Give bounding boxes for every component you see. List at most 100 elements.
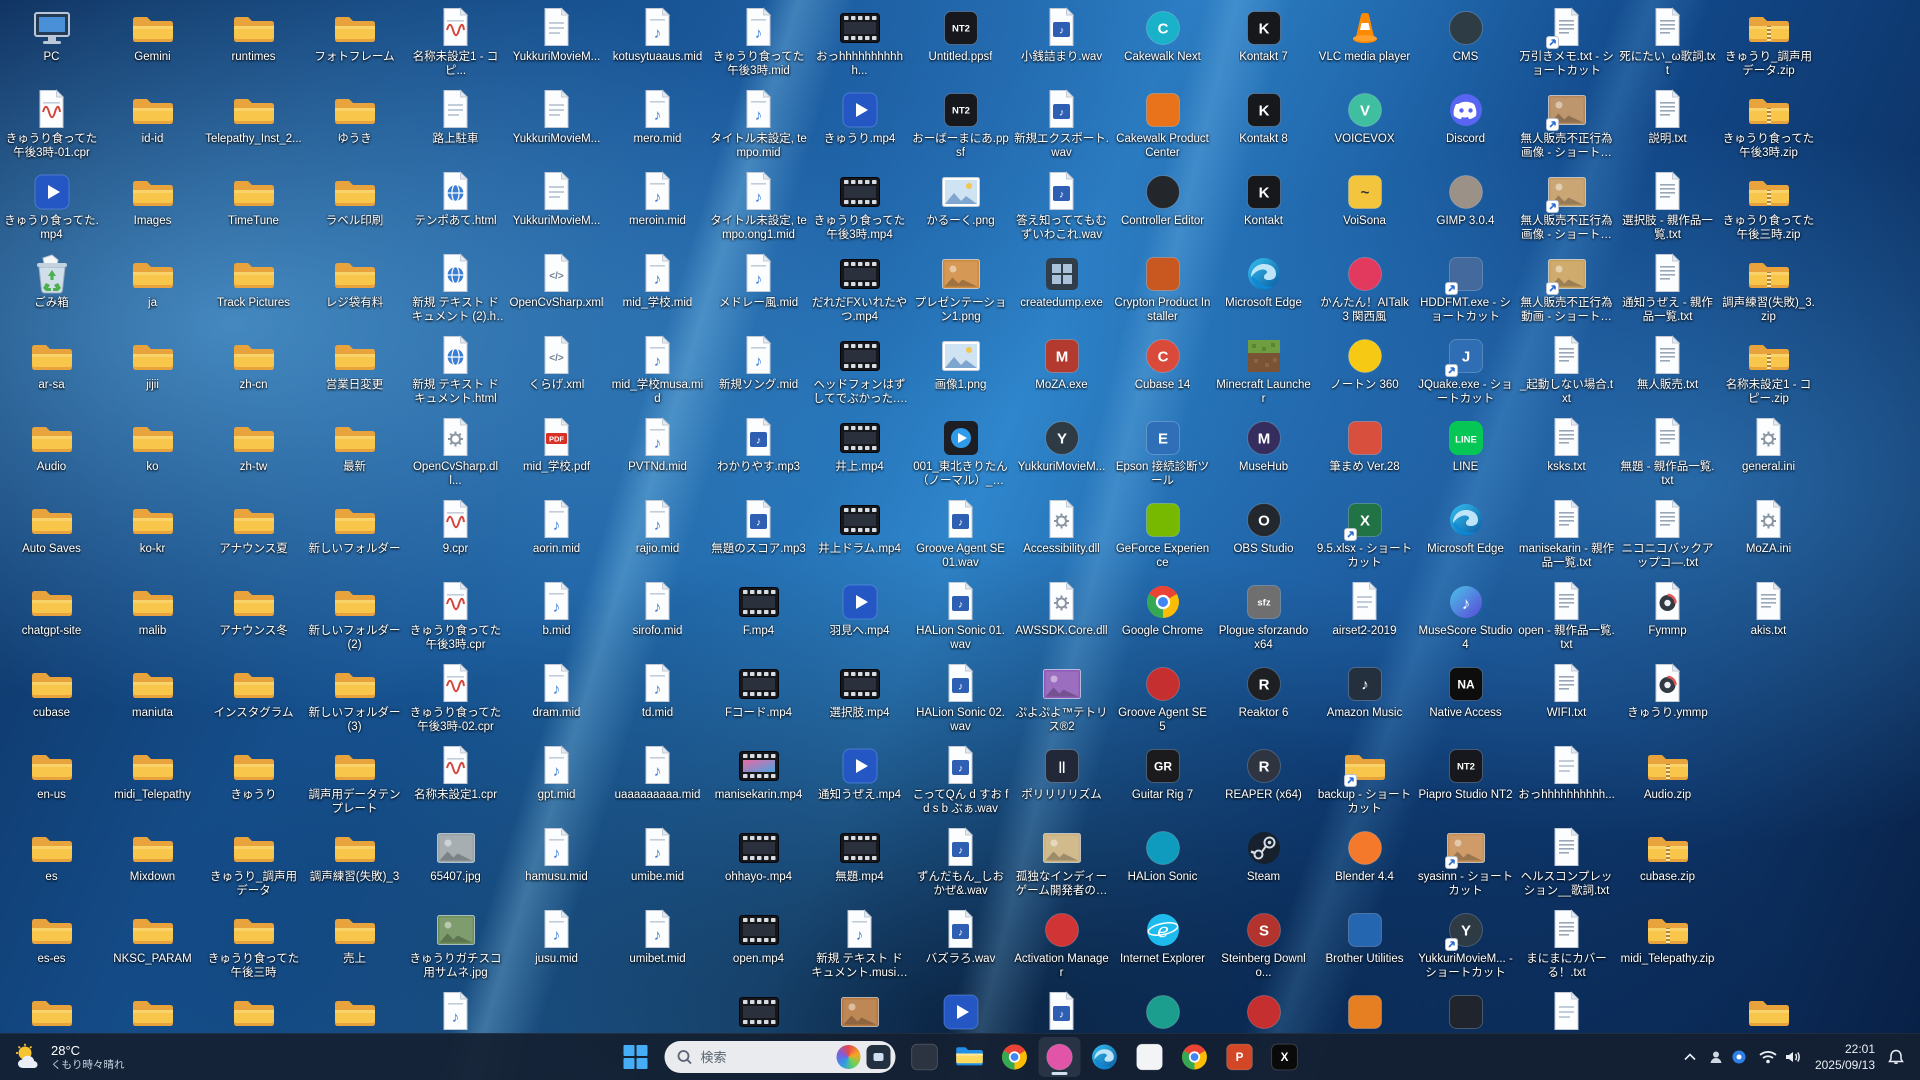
desktop-icon[interactable]: K Kontakt 8 bbox=[1213, 84, 1314, 166]
search-box[interactable] bbox=[664, 1041, 896, 1073]
desktop-icon[interactable]: ♪ gpt.mid bbox=[506, 740, 607, 822]
desktop-icon[interactable]: ksks.txt bbox=[1516, 412, 1617, 494]
desktop-icon[interactable]: アナウンス冬 bbox=[203, 576, 304, 658]
tray-chevron-button[interactable] bbox=[1680, 1049, 1700, 1065]
desktop-icon[interactable]: Minecraft Launcher bbox=[1213, 330, 1314, 412]
desktop-icon[interactable]: </> くらげ.xml bbox=[506, 330, 607, 412]
desktop-icon[interactable] bbox=[1, 986, 102, 1036]
desktop-icon[interactable]: ohhayo-.mp4 bbox=[708, 822, 809, 904]
weather-widget[interactable]: 28°C くもり時々晴れ bbox=[6, 1034, 133, 1080]
desktop-icon[interactable]: 名称未設定1 - コピー.zip bbox=[1718, 330, 1819, 412]
desktop-icon[interactable]: 名称未設定1 - コピ... bbox=[405, 2, 506, 84]
desktop-icon[interactable]: ♪ 新規ソング.mid bbox=[708, 330, 809, 412]
desktop-icon[interactable]: Groove Agent SE 5 bbox=[1112, 658, 1213, 740]
desktop-icon[interactable]: Google Chrome bbox=[1112, 576, 1213, 658]
x-app-button[interactable]: X bbox=[1264, 1037, 1306, 1077]
desktop-icon[interactable]: 死にたい_ω歌詞.txt bbox=[1617, 2, 1718, 84]
desktop-icon[interactable]: 営業日変更 bbox=[304, 330, 405, 412]
desktop-icon[interactable]: ♪ kotusytuaaus.mid bbox=[607, 2, 708, 84]
desktop-icon[interactable]: ♪ td.mid bbox=[607, 658, 708, 740]
desktop-icon[interactable]: ヘルスコンプレッション__歌詞.txt bbox=[1516, 822, 1617, 904]
desktop-icon[interactable]: C Cubase 14 bbox=[1112, 330, 1213, 412]
desktop-icon[interactable]: airset2-2019 bbox=[1314, 576, 1415, 658]
desktop-icon[interactable]: malib bbox=[102, 576, 203, 658]
desktop-icon[interactable]: NA Native Access bbox=[1415, 658, 1516, 740]
desktop-icon[interactable]: Cakewalk Product Center bbox=[1112, 84, 1213, 166]
desktop-icon[interactable]: ♪ mid_学校.mid bbox=[607, 248, 708, 330]
desktop-icon[interactable]: ♪ タイトル未設定, tempo.ong1.mid bbox=[708, 166, 809, 248]
desktop-icon[interactable]: ♪ uaaaaaaaaa.mid bbox=[607, 740, 708, 822]
desktop-icon[interactable]: es bbox=[1, 822, 102, 904]
desktop-icon[interactable]: Brother Utilities bbox=[1314, 904, 1415, 986]
desktop-icon[interactable]: ja bbox=[102, 248, 203, 330]
desktop-icon[interactable]: 無人販売不正行為動画 - ショートカット bbox=[1516, 248, 1617, 330]
desktop-icon[interactable]: open - 親作品一覧.txt bbox=[1516, 576, 1617, 658]
desktop-icon[interactable]: きゅうり食ってた午後3時.zip bbox=[1718, 84, 1819, 166]
desktop-icon[interactable]: ♪ mero.mid bbox=[607, 84, 708, 166]
desktop-icon[interactable]: J JQuake.exe - ショートカット bbox=[1415, 330, 1516, 412]
desktop-icon[interactable] bbox=[910, 986, 1011, 1036]
desktop-icon[interactable] bbox=[1112, 986, 1213, 1036]
desktop-icon[interactable]: open.mp4 bbox=[708, 904, 809, 986]
desktop-icon[interactable]: GeForce Experience bbox=[1112, 494, 1213, 576]
desktop-icon[interactable]: きゅうり食ってた午後三時 bbox=[203, 904, 304, 986]
pink-app-button[interactable] bbox=[1038, 1037, 1081, 1077]
desktop-icon[interactable]: きゅうり_調声用データ.zip bbox=[1718, 2, 1819, 84]
desktop-icon[interactable]: おっhhhhhhhhhhh... bbox=[809, 2, 910, 84]
desktop-icon[interactable]: HALion Sonic bbox=[1112, 822, 1213, 904]
desktop-icon[interactable]: ♪ HALion Sonic 01.wav bbox=[910, 576, 1011, 658]
desktop-icon[interactable]: Telepathy_Inst_2... bbox=[203, 84, 304, 166]
desktop-icon[interactable]: midi_Telepathy bbox=[102, 740, 203, 822]
desktop-icon[interactable]: NT2 Piapro Studio NT2 bbox=[1415, 740, 1516, 822]
desktop-icon[interactable]: 羽見へ.mp4 bbox=[809, 576, 910, 658]
desktop-icon[interactable]: 無人販売.txt bbox=[1617, 330, 1718, 412]
desktop-icon[interactable]: ♪ メドレー風.mid bbox=[708, 248, 809, 330]
desktop-icon[interactable] bbox=[809, 986, 910, 1036]
desktop-icon[interactable]: ♪ dram.mid bbox=[506, 658, 607, 740]
desktop-icon[interactable]: R Reaktor 6 bbox=[1213, 658, 1314, 740]
desktop-icon[interactable]: インスタグラム bbox=[203, 658, 304, 740]
desktop-icon[interactable]: NT2 おーばーまにあ.ppsf bbox=[910, 84, 1011, 166]
desktop-icon[interactable]: ♪ jusu.mid bbox=[506, 904, 607, 986]
desktop-icon[interactable]: きゅうり.mp4 bbox=[809, 84, 910, 166]
desktop-icon[interactable]: PDF mid_学校.pdf bbox=[506, 412, 607, 494]
desktop-icon[interactable]: Discord bbox=[1415, 84, 1516, 166]
desktop-icon[interactable]: 新規 テキスト ドキュメント (2).html bbox=[405, 248, 506, 330]
desktop-icon[interactable]: VLC media player bbox=[1314, 2, 1415, 84]
desktop-icon[interactable]: 新規 テキスト ドキュメント.html bbox=[405, 330, 506, 412]
desktop-icon[interactable]: MoZA.ini bbox=[1718, 494, 1819, 576]
desktop-icon[interactable]: きゅうり食ってた午後三時.zip bbox=[1718, 166, 1819, 248]
desktop-icon[interactable]: OpenCvSharp.dll... bbox=[405, 412, 506, 494]
clock[interactable]: 22:01 2025/09/13 bbox=[1815, 1041, 1875, 1073]
desktop-icon[interactable]: ♪ 答え知っててもむずいわこれ.wav bbox=[1011, 166, 1112, 248]
desktop-icon[interactable]: ar-sa bbox=[1, 330, 102, 412]
desktop-icon[interactable]: HDDFMT.exe - ショートカット bbox=[1415, 248, 1516, 330]
desktop-icon[interactable]: 新しいフォルダー bbox=[304, 494, 405, 576]
person-icon[interactable] bbox=[1709, 1050, 1723, 1064]
desktop-icon[interactable]: 001_東北きりたん（ノーマル）_今しゃ... bbox=[910, 412, 1011, 494]
desktop-icon[interactable]: 無人販売不正行為画像 - ショートカット bbox=[1516, 166, 1617, 248]
desktop-icon[interactable]: 65407.jpg bbox=[405, 822, 506, 904]
desktop-icon[interactable]: NKSC_PARAM bbox=[102, 904, 203, 986]
desktop-icon[interactable] bbox=[1516, 986, 1617, 1036]
desktop-icon[interactable]: 無人販売不正行為画像 - ショートカッ... bbox=[1516, 84, 1617, 166]
desktop-icon[interactable]: ♪ Groove Agent SE 01.wav bbox=[910, 494, 1011, 576]
desktop-icon[interactable]: 井上.mp4 bbox=[809, 412, 910, 494]
desktop-icon[interactable]: AWSSDK.Core.dll bbox=[1011, 576, 1112, 658]
desktop-icon[interactable]: プレゼンテーション1.png bbox=[910, 248, 1011, 330]
desktop-icon[interactable]: 万引きメモ.txt - ショートカット bbox=[1516, 2, 1617, 84]
desktop-icon[interactable]: おっhhhhhhhhhh... bbox=[1516, 740, 1617, 822]
desktop-icon[interactable]: CMS bbox=[1415, 2, 1516, 84]
file-explorer-button[interactable] bbox=[949, 1037, 991, 1077]
desktop-icon[interactable]: Track Pictures bbox=[203, 248, 304, 330]
desktop-icon[interactable]: LINE LINE bbox=[1415, 412, 1516, 494]
desktop-icon[interactable]: ♪ こってQん d すお f d s b ぶぁ.wav bbox=[910, 740, 1011, 822]
desktop-icon[interactable]: X 9.5.xlsx - ショートカット bbox=[1314, 494, 1415, 576]
monitor-app-button[interactable] bbox=[904, 1037, 946, 1077]
desktop-icon[interactable]: ♪ 新規 テキスト ドキュメント.musicxml bbox=[809, 904, 910, 986]
desktop-icon[interactable]: 無題.mp4 bbox=[809, 822, 910, 904]
desktop-icon[interactable]: かるーく.png bbox=[910, 166, 1011, 248]
search-highlight-icon[interactable] bbox=[836, 1045, 861, 1069]
desktop-icon[interactable]: テンポあて.html bbox=[405, 166, 506, 248]
desktop-icon[interactable]: ko-kr bbox=[102, 494, 203, 576]
